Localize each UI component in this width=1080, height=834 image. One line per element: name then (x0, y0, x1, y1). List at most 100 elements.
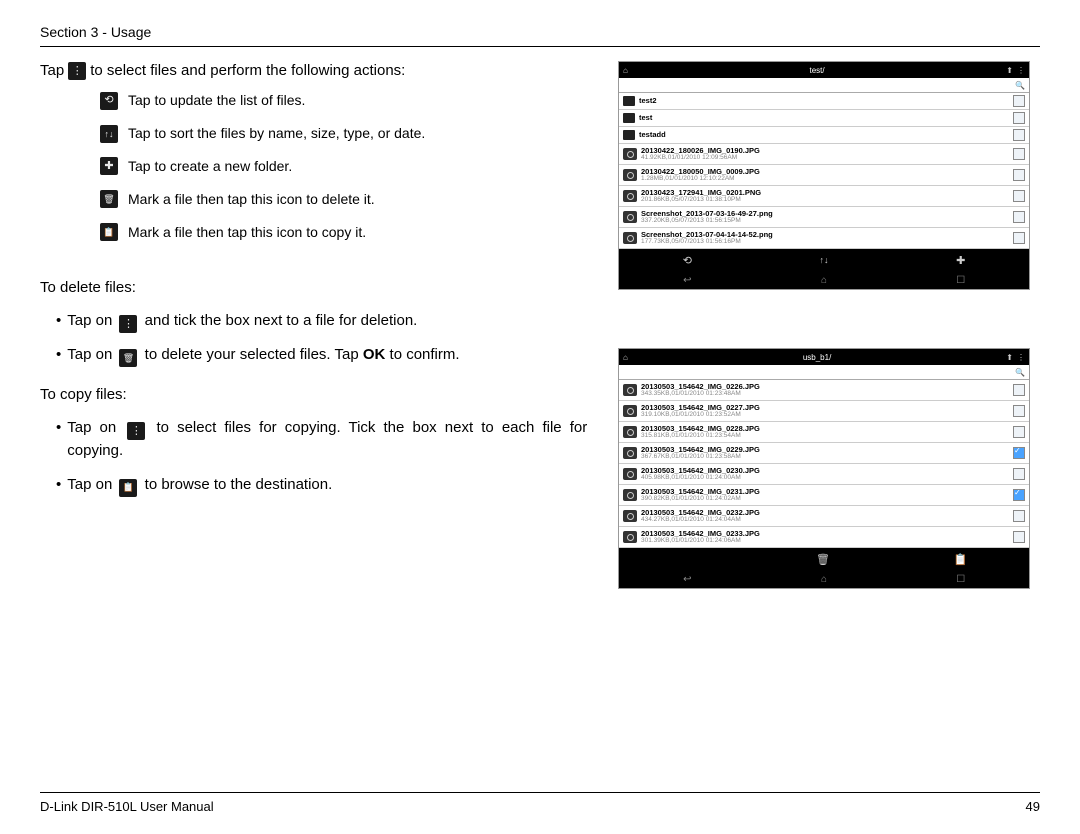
image-icon (623, 489, 637, 501)
file-meta: 434.27KB,01/01/2010 01:24:04AM (641, 517, 1009, 524)
trash-button[interactable]: 🗑 (754, 548, 891, 570)
sort-button[interactable]: ↑↓ (756, 249, 893, 271)
image-icon (623, 211, 637, 223)
newfolder-button[interactable]: ✚ (892, 249, 1029, 271)
checkbox[interactable] (1013, 405, 1025, 417)
action-text: Mark a file then tap this icon to delete… (128, 190, 375, 209)
footer-left: D-Link DIR-510L User Manual (40, 799, 214, 814)
checkbox[interactable] (1013, 447, 1025, 459)
text: to confirm. (390, 346, 460, 363)
image-icon (623, 426, 637, 438)
image-icon (623, 447, 637, 459)
checkbox[interactable] (1013, 510, 1025, 522)
image-icon (623, 232, 637, 244)
file-meta: 343.35KB,01/01/2010 01:23:48AM (641, 391, 1009, 398)
path-title: test/ (632, 66, 1002, 75)
file-row[interactable]: 20130422_180026_IMG_0190.JPG41.92KB,01/0… (619, 144, 1029, 165)
folder-row[interactable]: test (619, 110, 1029, 127)
search-icon[interactable]: 🔍 (1015, 368, 1025, 377)
action-toolbar: ⟲ ↑↓ ✚ (619, 249, 1029, 271)
screenshot-file-browser-2: ⌂ usb_b1/ ⬆ ⋮ 🔍 20130503_154642_IMG_0226… (618, 348, 1030, 589)
action-text: Tap to create a new folder. (128, 157, 292, 176)
checkbox[interactable] (1013, 148, 1025, 160)
checkbox[interactable] (1013, 95, 1025, 107)
checkbox[interactable] (1013, 531, 1025, 543)
nav-home[interactable]: ⌂ (756, 271, 893, 289)
folder-row[interactable]: test2 (619, 93, 1029, 110)
folder-icon (623, 113, 635, 123)
nav-recent[interactable]: ☐ (892, 271, 1029, 289)
checkbox[interactable] (1013, 211, 1025, 223)
checkbox[interactable] (1013, 426, 1025, 438)
refresh-button[interactable]: ⟲ (619, 249, 756, 271)
file-meta: 367.67KB,01/01/2010 01:23:58AM (641, 454, 1009, 461)
image-icon (623, 468, 637, 480)
text: and tick the box next to a file for dele… (145, 312, 418, 329)
home-icon[interactable]: ⌂ (623, 66, 628, 75)
checkbox[interactable] (1013, 468, 1025, 480)
menu-icon[interactable]: ⋮ (1017, 66, 1025, 75)
checkbox[interactable] (1013, 169, 1025, 181)
nav-back[interactable]: ↩ (619, 570, 756, 588)
page-footer: D-Link DIR-510L User Manual 49 (40, 792, 1040, 814)
file-row[interactable]: Screenshot_2013-07-03-16-49-27.png337.20… (619, 207, 1029, 228)
image-icon (623, 169, 637, 181)
menu-icon[interactable]: ⋮ (1017, 353, 1025, 362)
checkbox[interactable] (1013, 190, 1025, 202)
action-text: Tap to sort the files by name, size, typ… (128, 124, 425, 143)
file-row[interactable]: 20130503_154642_IMG_0228.JPG315.81KB,01/… (619, 422, 1029, 443)
checkbox[interactable] (1013, 384, 1025, 396)
instructions-column: Tap ⋮ to select files and perform the fo… (40, 61, 600, 792)
copy-section: To copy files: • Tap on ⋮ to select file… (40, 385, 600, 497)
file-row[interactable]: 20130423_172941_IMG_0201.PNG201.86KB,05/… (619, 186, 1029, 207)
copy-icon: 📋 (100, 223, 118, 241)
image-icon (623, 190, 637, 202)
action-row: ⟲ Tap to update the list of files. (100, 91, 600, 110)
folder-row[interactable]: testadd (619, 127, 1029, 144)
file-row[interactable]: Screenshot_2013-07-04-14-14-52.png177.73… (619, 228, 1029, 249)
image-icon (623, 148, 637, 160)
up-icon[interactable]: ⬆ (1006, 353, 1013, 362)
nav-home[interactable]: ⌂ (756, 570, 893, 588)
checkbox[interactable] (1013, 129, 1025, 141)
checkbox[interactable] (1013, 112, 1025, 124)
folder-icon (623, 130, 635, 140)
file-row[interactable]: 20130503_154642_IMG_0229.JPG367.67KB,01/… (619, 443, 1029, 464)
file-row[interactable]: 20130503_154642_IMG_0231.JPG390.82KB,01/… (619, 485, 1029, 506)
screenshots-column: ⌂ test/ ⬆ ⋮ 🔍 test2 test testadd 20130422_1… (618, 61, 1040, 792)
action-list: ⟲ Tap to update the list of files. ↑↓ Ta… (100, 91, 600, 241)
action-text: Tap to update the list of files. (128, 91, 305, 110)
copy-button[interactable]: 📋 (892, 548, 1029, 570)
checkbox[interactable] (1013, 489, 1025, 501)
footer-page-number: 49 (1026, 799, 1040, 814)
path-title: usb_b1/ (632, 353, 1002, 362)
menu-icon: ⋮ (119, 315, 137, 333)
folder-name: testadd (639, 131, 1009, 139)
home-icon[interactable]: ⌂ (623, 353, 628, 362)
file-row[interactable]: 20130503_154642_IMG_0233.JPG301.39KB,01/… (619, 527, 1029, 548)
file-row[interactable]: 20130503_154642_IMG_0226.JPG343.35KB,01/… (619, 380, 1029, 401)
nav-recent[interactable]: ☐ (892, 570, 1029, 588)
file-meta: 177.73KB,05/07/2013 01:56:16PM (641, 239, 1009, 246)
file-row[interactable]: 20130503_154642_IMG_0227.JPG319.10KB,01/… (619, 401, 1029, 422)
up-icon[interactable]: ⬆ (1006, 66, 1013, 75)
search-icon[interactable]: 🔍 (1015, 81, 1025, 90)
text: to delete your selected files. Tap (145, 346, 359, 363)
file-row[interactable]: 20130503_154642_IMG_0230.JPG405.98KB,01/… (619, 464, 1029, 485)
file-row[interactable]: 20130422_180050_IMG_0009.JPG1.28MB,01/01… (619, 165, 1029, 186)
newfolder-icon: ✚ (100, 157, 118, 175)
refresh-icon: ⟲ (100, 92, 118, 110)
file-meta: 405.98KB,01/01/2010 01:24:00AM (641, 475, 1009, 482)
text: to browse to the destination. (145, 476, 333, 493)
checkbox[interactable] (1013, 232, 1025, 244)
delete-bullet-2: • Tap on 🗑 to delete your selected files… (56, 344, 600, 367)
trash-icon: 🗑 (100, 190, 118, 208)
folder-name: test2 (639, 97, 1009, 105)
delete-section: To delete files: • Tap on ⋮ and tick the… (40, 278, 600, 367)
file-row[interactable]: 20130503_154642_IMG_0232.JPG434.27KB,01/… (619, 506, 1029, 527)
file-meta: 1.28MB,01/01/2010 12:10:22AM (641, 176, 1009, 183)
action-text: Mark a file then tap this icon to copy i… (128, 223, 366, 242)
image-icon (623, 405, 637, 417)
nav-back[interactable]: ↩ (619, 271, 756, 289)
trash-icon: 🗑 (119, 349, 137, 367)
